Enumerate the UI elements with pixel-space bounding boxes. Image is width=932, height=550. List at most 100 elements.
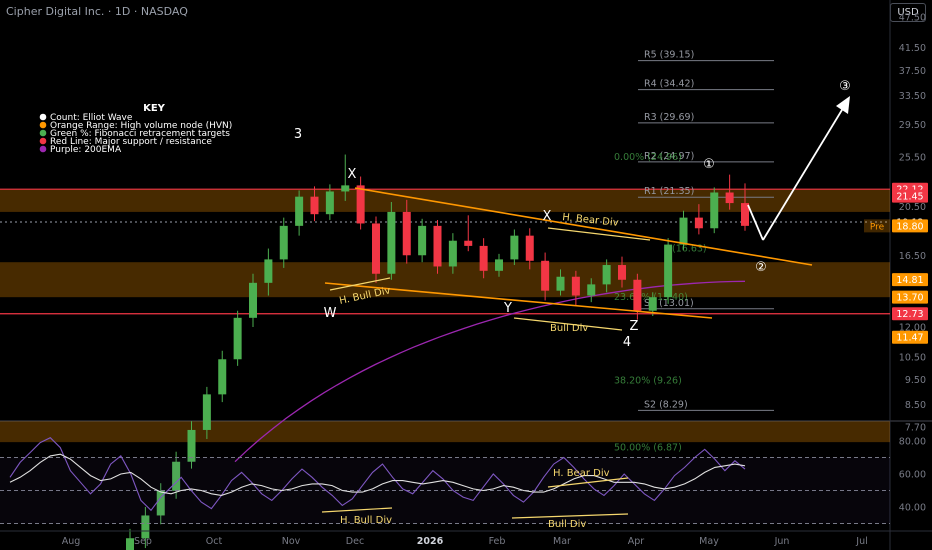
- candle-body: [418, 225, 427, 256]
- time-label-10: Jun: [774, 536, 790, 547]
- price-badge-text-4: 14.81: [896, 275, 923, 286]
- price-tick-10: 9.50: [905, 375, 926, 386]
- projection-up-arrow: [762, 99, 849, 241]
- pivot-label-1: R4 (34.42): [644, 79, 694, 90]
- price-tick-3: 33.50: [899, 91, 926, 102]
- price-tick-6: 20.50: [899, 202, 926, 213]
- candle-body: [525, 235, 534, 261]
- price-badge-text-5: 13.70: [896, 293, 923, 304]
- h-bear-div-label: H. Bear Div: [562, 212, 619, 229]
- pivot-levels: R5 (39.15)R4 (34.42)R3 (29.69)R2 (24.97)…: [614, 50, 774, 454]
- price-badge-text-6: 12.73: [896, 309, 923, 320]
- rsi-bear-div-label: H. Bear Div: [553, 468, 610, 479]
- price-tick-9: 10.50: [899, 353, 926, 364]
- key-dot-2: [39, 129, 47, 137]
- pivot-label-2: R3 (29.69): [644, 112, 694, 123]
- wave-label-4: Y: [503, 301, 512, 316]
- candle-body: [648, 297, 657, 311]
- chart-canvas[interactable]: R5 (39.15)R4 (34.42)R3 (29.69)R2 (24.97)…: [0, 0, 932, 550]
- time-label-7: Mar: [553, 536, 571, 547]
- time-label-9: May: [699, 536, 719, 547]
- wave-label-3: X: [543, 209, 552, 224]
- time-label-2: Oct: [206, 536, 223, 547]
- candle-body: [264, 259, 273, 283]
- price-badge-text-3: 18.80: [896, 221, 923, 232]
- hvn-zone-0: [0, 189, 890, 212]
- candle-body: [587, 284, 596, 296]
- candle-body: [571, 276, 580, 296]
- time-label-5: 2026: [417, 536, 444, 547]
- candle-body: [725, 192, 734, 204]
- candle-body: [187, 429, 196, 462]
- key-dot-3: [39, 137, 47, 145]
- candle-body: [325, 191, 334, 215]
- price-tick-2: 37.50: [899, 66, 926, 77]
- key-legend: KEYCount: Elliot WaveOrange Range: High …: [39, 103, 232, 155]
- candle-body: [510, 235, 519, 260]
- candle-body: [387, 211, 396, 274]
- rsi-bull-div-label: Bull Div: [548, 519, 586, 530]
- price-tick-5: 25.50: [899, 153, 926, 164]
- candle-body: [541, 260, 550, 291]
- hvn-zone-2: [0, 421, 890, 443]
- candle-body: [710, 192, 719, 229]
- wave-label-9: ③: [839, 79, 851, 94]
- wave-label-0: 3: [294, 127, 302, 142]
- time-label-3: Nov: [282, 536, 301, 547]
- candle-body: [664, 244, 673, 298]
- fib-label-4: 50.00% (6.87): [614, 443, 682, 454]
- rsi-tick-1: 60.00: [899, 470, 926, 481]
- bull-div-label: Bull Div: [550, 323, 588, 334]
- pivot-label-0: R5 (39.15): [644, 50, 694, 61]
- candle-body: [464, 240, 473, 246]
- rsi-pane: 80.00 60.00 40.00 H. Bear Div H. Bull Div Bul…: [0, 437, 926, 530]
- candle-body: [126, 538, 134, 550]
- candle-body: [202, 394, 211, 430]
- wave-label-7: ①: [703, 157, 715, 172]
- time-label-6: Feb: [489, 536, 506, 547]
- candle-body: [218, 359, 227, 395]
- wave-label-6: 4: [623, 335, 631, 350]
- candle-body: [279, 225, 288, 260]
- rsi-tick-0: 80.00: [899, 437, 926, 448]
- candle-body: [602, 265, 611, 285]
- candle-body: [448, 240, 457, 267]
- candle-body: [356, 185, 365, 224]
- pivot-label-6: S2 (8.29): [644, 399, 688, 410]
- wave-label-1: X: [348, 167, 357, 182]
- price-tick-11: 8.50: [905, 400, 926, 411]
- key-item-4: Purple: 200EMA: [50, 145, 122, 155]
- price-badge-text-1: 21.45: [896, 192, 923, 203]
- candle-body: [495, 259, 503, 271]
- candle-body: [402, 211, 411, 256]
- time-label-1: Sep: [134, 536, 152, 547]
- wave-label-8: ②: [755, 260, 767, 275]
- candle-body: [633, 279, 642, 311]
- candle-body: [341, 185, 350, 192]
- wave-label-5: Z: [630, 319, 639, 334]
- fib-label-3: 38.20% (9.26): [614, 375, 682, 386]
- drawings: 3XWXYZ4①②③H. Bull DivH. Bear DivBull Div: [294, 79, 851, 350]
- candle-body: [310, 196, 319, 215]
- candle-body: [556, 276, 565, 291]
- pre-tag-text: Pre: [870, 222, 885, 232]
- time-label-0: Aug: [62, 536, 81, 547]
- key-dot-4: [39, 145, 47, 153]
- fib-label-1: (16.63): [672, 243, 707, 254]
- rsi-h-bull-div-label: H. Bull Div: [340, 515, 392, 526]
- candle-body: [618, 265, 626, 280]
- candle-body: [372, 223, 380, 274]
- fib-label-0: 0.00% (24.96): [614, 152, 682, 163]
- key-dot-1: [39, 121, 47, 129]
- price-badge-text-7: 11.47: [896, 333, 923, 344]
- time-axis: Aug Sep Oct Nov Dec 2026 Feb Mar Apr May Jun Jul: [0, 530, 932, 547]
- rsi-tick-2: 40.00: [899, 503, 926, 514]
- wave-label-2: W: [324, 306, 337, 321]
- candle-body: [295, 196, 304, 226]
- arrow-head: [836, 96, 850, 114]
- time-label-11: Jul: [855, 536, 867, 547]
- candle-body: [249, 282, 257, 318]
- time-label-4: Dec: [346, 536, 364, 547]
- candle-body: [679, 217, 688, 245]
- candle-body: [694, 217, 703, 229]
